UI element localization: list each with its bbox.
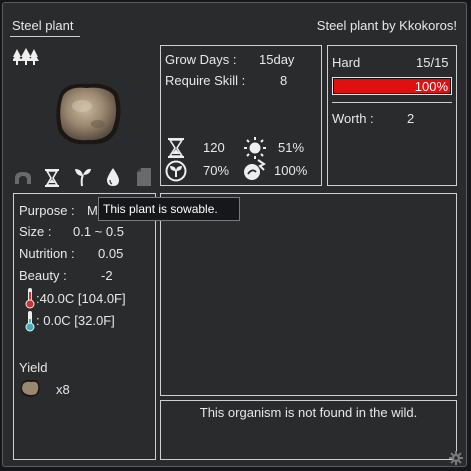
- nutrition-value: 0.05: [98, 246, 124, 261]
- max-temperature: :40.0C [104.0F]: [36, 291, 126, 306]
- min-temperature: : 0.0C [32.0F]: [36, 313, 115, 328]
- description-box: [160, 193, 457, 396]
- yield-value: x8: [56, 382, 70, 397]
- size-label: Size :: [19, 224, 52, 239]
- thermometer-cold-icon: [25, 311, 35, 332]
- worth-label: Worth :: [332, 111, 374, 126]
- grow-days-label: Grow Days :: [165, 52, 237, 67]
- hardness-bar: 100%: [332, 77, 452, 95]
- fertilizer-icon: [244, 159, 266, 180]
- document-icon[interactable]: [136, 167, 152, 187]
- sprout-icon[interactable]: [74, 167, 92, 187]
- light-value: 51%: [278, 140, 305, 155]
- yield-label: Yield: [19, 360, 48, 375]
- nutrition-label: Nutrition :: [19, 246, 75, 261]
- grow-time-value: 120: [203, 140, 225, 155]
- gear-icon[interactable]: [449, 451, 463, 465]
- fertility-value: 100%: [274, 163, 308, 178]
- ore-rock-image: [56, 83, 121, 145]
- purpose-label: Purpose :: [19, 203, 75, 218]
- size-value: 0.1 ~ 0.5: [73, 224, 124, 239]
- author-credit: Steel plant by Kkokoros!: [316, 18, 457, 33]
- trees-icon: [13, 48, 39, 65]
- title-underline: [10, 36, 80, 37]
- window-title: Steel plant: [12, 18, 74, 33]
- beauty-value: -2: [101, 268, 113, 283]
- water-drop-icon[interactable]: [106, 167, 120, 187]
- cave-icon[interactable]: [14, 171, 32, 185]
- thermometer-hot-icon: [25, 288, 35, 309]
- sun-icon: [244, 137, 266, 159]
- hard-label: Hard: [332, 55, 361, 70]
- purpose-value: M: [87, 203, 98, 218]
- require-skill-value: 8: [280, 73, 288, 88]
- hardness-percent: 100%: [414, 79, 448, 94]
- require-skill-label: Require Skill :: [165, 73, 246, 88]
- seed-rate-value: 70%: [203, 163, 230, 178]
- hourglass-icon: [168, 138, 184, 158]
- ore-rock-icon: [20, 379, 40, 397]
- hourglass-icon[interactable]: [44, 168, 60, 188]
- beauty-label: Beauty :: [19, 268, 67, 283]
- hard-value: 15/15: [416, 55, 449, 70]
- sowable-tooltip: This plant is sowable.: [98, 197, 240, 221]
- seed-icon: [165, 160, 187, 182]
- grow-days-value: 15day: [259, 52, 295, 67]
- worth-value: 2: [407, 111, 415, 126]
- divider: [332, 102, 452, 103]
- wild-note: This organism is not found in the wild.: [199, 405, 418, 420]
